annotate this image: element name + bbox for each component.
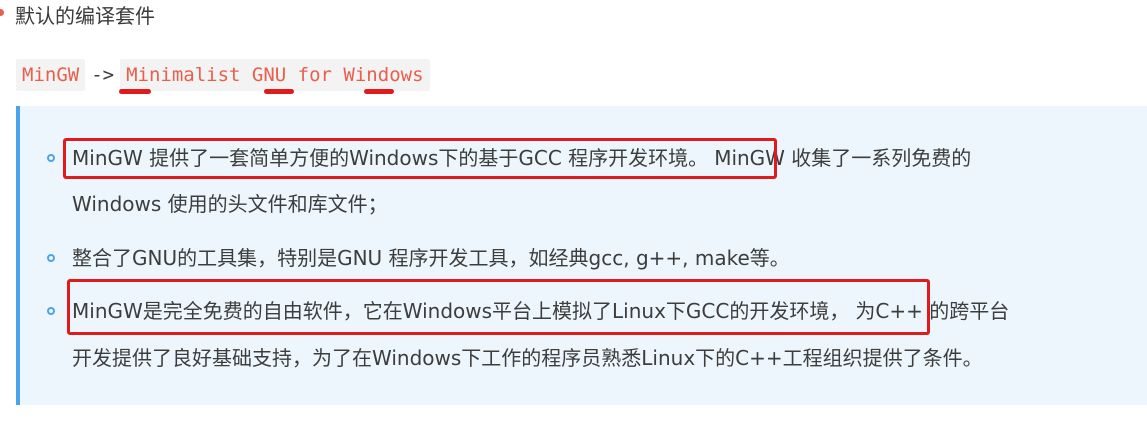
highlight-box-1: [63, 138, 777, 179]
underline-gnu-g: [264, 89, 294, 94]
arrow-text: ->: [91, 64, 115, 86]
list-circle-1: [47, 154, 55, 162]
underline-windows-w: [364, 89, 394, 94]
list-bullet-dot: [0, 9, 4, 16]
highlight-box-2: [67, 279, 930, 335]
section-heading: 默认的编译套件: [15, 4, 155, 28]
item-1-line-2: Windows 使用的头文件和库文件；: [72, 192, 388, 216]
code-line: MinGW -> Minimalist GNU for Windows: [16, 58, 430, 92]
item-2-line-1: 整合了GNU的工具集，特别是GNU 程序开发工具，如经典gcc, g++, ma…: [72, 246, 790, 270]
list-circle-2: [47, 254, 55, 262]
list-circle-3: [47, 307, 55, 315]
mingw-expansion-code: Minimalist GNU for Windows: [120, 59, 430, 91]
underline-minimalist-m: [119, 89, 151, 94]
mingw-code: MinGW: [16, 59, 86, 91]
item-3-line-2: 开发提供了良好基础支持，为了在Windows下工作的程序员熟悉Linux下的C+…: [72, 346, 983, 370]
